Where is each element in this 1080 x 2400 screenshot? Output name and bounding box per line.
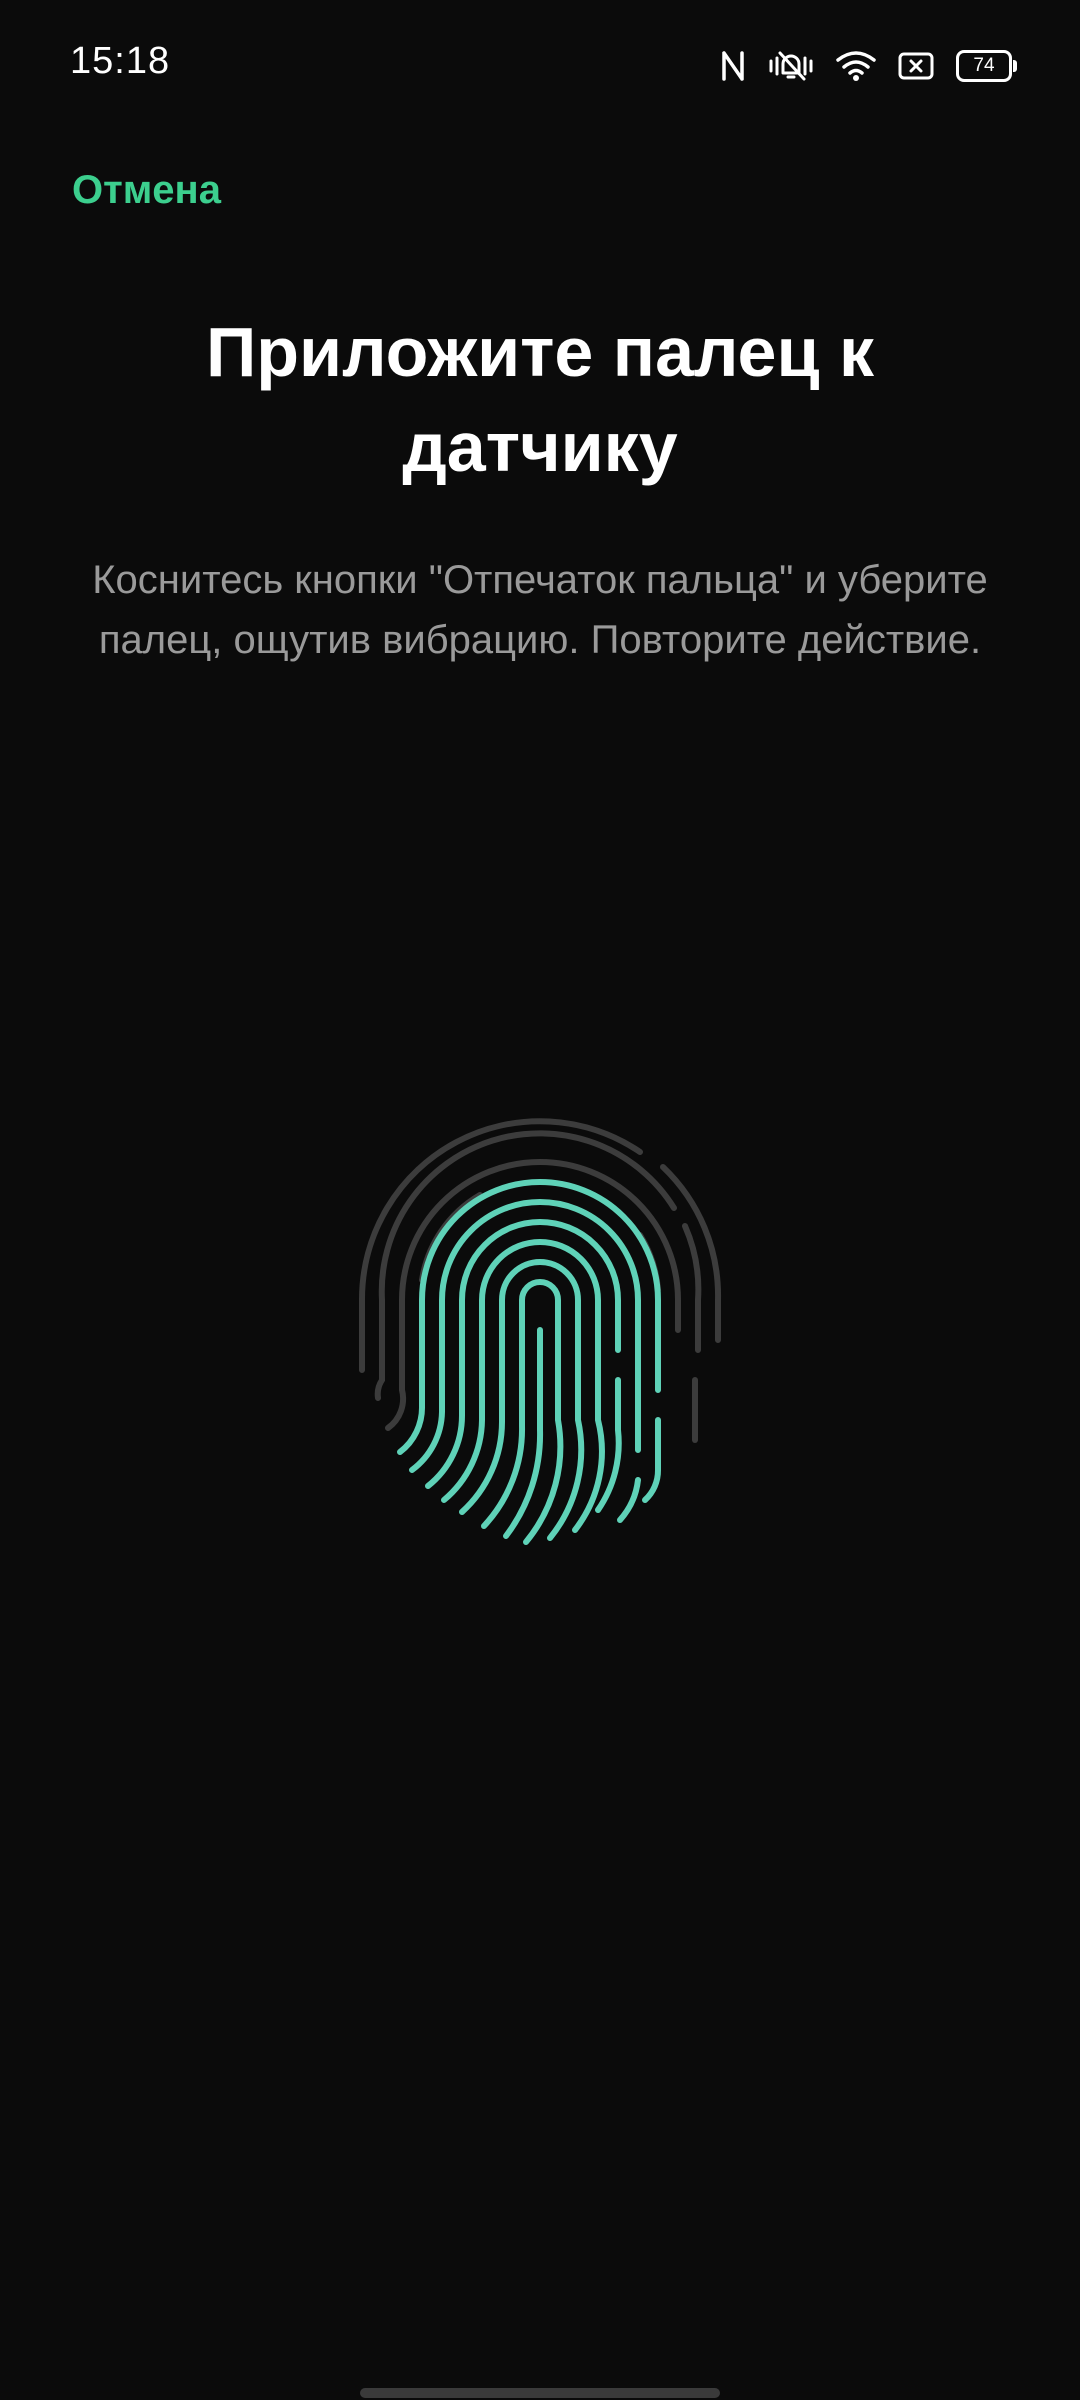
cancel-button[interactable]: Отмена [72,168,221,213]
battery-level: 74 [973,55,995,76]
wifi-icon [836,50,876,82]
status-icons: 74 [720,44,1017,88]
fingerprint-icon [340,1090,740,1550]
nfc-icon [720,49,746,83]
status-bar: 15:18 74 [0,0,1080,130]
vibrate-off-icon [768,49,814,83]
battery-icon: 74 [956,50,1017,82]
instruction-text: Коснитесь кнопки "Отпечаток пальца" и уб… [92,558,988,662]
no-sim-icon [898,51,934,81]
status-time: 15:18 [70,40,171,82]
gesture-bar[interactable] [360,2388,720,2398]
page-title: Приложите палец к датчику [205,313,874,486]
